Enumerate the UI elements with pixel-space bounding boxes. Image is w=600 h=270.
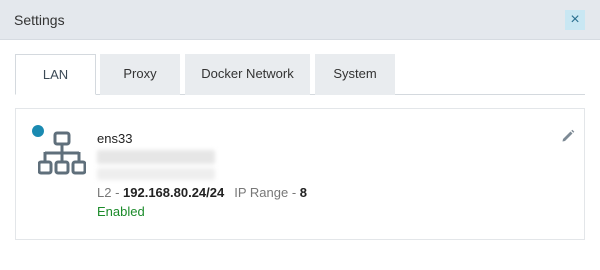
tab-lan[interactable]: LAN <box>15 54 96 95</box>
interface-name: ens33 <box>97 131 133 146</box>
ip-range-value: 8 <box>299 185 307 200</box>
title-bar: Settings × <box>0 0 600 40</box>
pencil-icon[interactable] <box>561 129 575 143</box>
close-button[interactable]: × <box>565 10 585 30</box>
network-interface-card: ens33 L2 - 192.168.80.24/24 IP Range - 8 … <box>15 108 585 240</box>
layer-label: L2 - <box>97 185 124 200</box>
ip-address: 192.168.80.24/24 <box>123 185 225 200</box>
settings-tabs: LAN Proxy Docker Network System <box>15 54 585 95</box>
redacted-field <box>97 150 215 164</box>
window-title: Settings <box>14 12 65 28</box>
status-text: Enabled <box>97 204 145 219</box>
ip-range-label: IP Range - <box>234 185 300 200</box>
address-line: L2 - 192.168.80.24/24 IP Range - 8 <box>97 185 307 200</box>
network-topology-icon <box>38 131 86 175</box>
interface-details: ens33 L2 - 192.168.80.24/24 IP Range - 8 … <box>97 131 307 219</box>
tab-docker-network[interactable]: Docker Network <box>185 54 310 95</box>
redacted-field <box>97 168 215 180</box>
tab-system[interactable]: System <box>315 54 395 95</box>
tab-proxy[interactable]: Proxy <box>100 54 180 95</box>
